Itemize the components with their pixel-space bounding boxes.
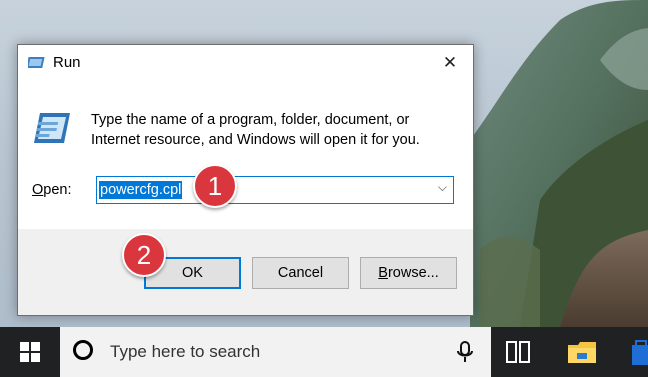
task-view-icon[interactable] (505, 340, 531, 364)
dropdown-arrow-icon[interactable]: ⌵ (438, 180, 447, 195)
start-button[interactable] (0, 327, 60, 377)
file-explorer-icon[interactable] (567, 339, 597, 365)
title-bar[interactable]: Run ✕ (18, 45, 473, 80)
search-placeholder[interactable]: Type here to search (110, 342, 260, 362)
step-badge-1: 1 (193, 164, 237, 208)
run-icon (28, 57, 45, 68)
step-badge-2: 2 (122, 233, 166, 277)
open-input-value[interactable]: powercfg.cpl (99, 181, 183, 199)
cortana-icon[interactable] (73, 340, 93, 360)
open-label: Open: (32, 182, 72, 198)
open-combobox[interactable]: powercfg.cpl ⌵ (96, 176, 454, 204)
close-button[interactable]: ✕ (427, 45, 473, 80)
dialog-description: Type the name of a program, folder, docu… (91, 112, 420, 148)
browse-button[interactable]: Browse... (360, 257, 457, 289)
dialog-footer: OK Cancel Browse... (18, 229, 473, 315)
dialog-title: Run (53, 54, 81, 71)
taskbar-search-box[interactable]: Type here to search (60, 327, 491, 377)
microphone-icon[interactable] (457, 341, 473, 363)
run-program-icon (34, 113, 70, 143)
taskbar: Type here to search (0, 327, 648, 377)
dialog-content: Type the name of a program, folder, docu… (18, 80, 473, 229)
store-icon[interactable] (630, 339, 648, 365)
close-icon: ✕ (442, 52, 458, 72)
cancel-button[interactable]: Cancel (252, 257, 349, 289)
windows-start-icon (20, 342, 40, 362)
run-dialog: Run ✕ Type the name of a program, folder… (17, 44, 474, 316)
